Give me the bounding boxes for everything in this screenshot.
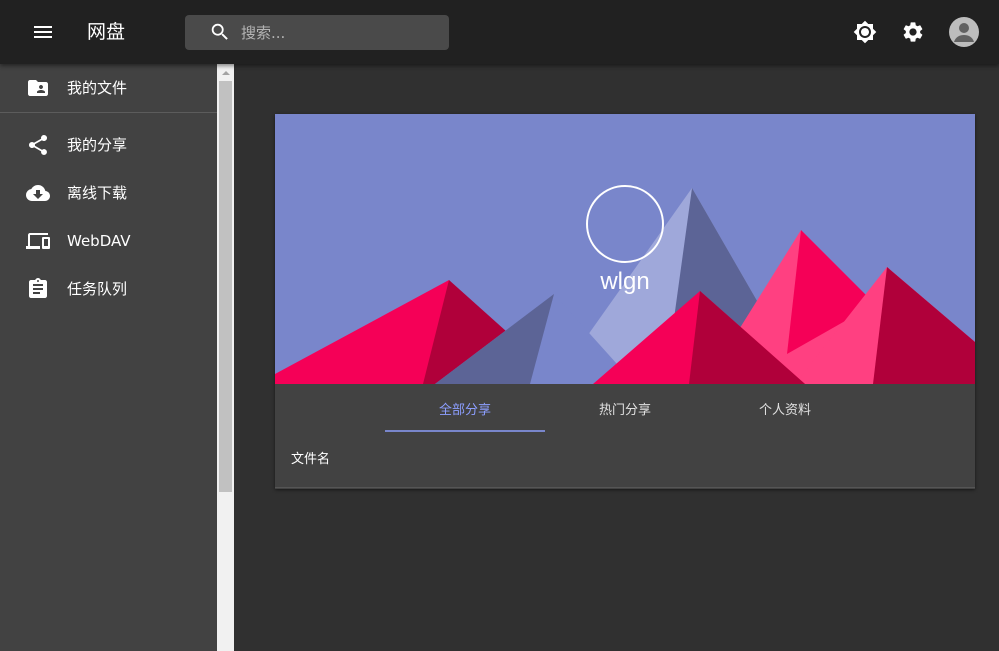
brightness-icon	[853, 20, 877, 44]
sidebar: 我的文件 我的分享 离线下载 WebDAV 任务队列	[0, 64, 217, 651]
search-bar	[185, 15, 449, 50]
share-icon	[28, 134, 48, 155]
sidebar-item-task-queue[interactable]: 任务队列	[0, 265, 217, 313]
scroll-up-button[interactable]	[217, 64, 234, 81]
account-icon	[954, 23, 974, 42]
app-title: 网盘	[87, 21, 126, 43]
profile-banner: wlgn	[275, 114, 975, 384]
tab-popular-shares[interactable]: 热门分享	[545, 384, 705, 432]
search-input[interactable]	[241, 15, 441, 50]
gear-icon	[903, 22, 923, 42]
sidebar-item-webdav[interactable]: WebDAV	[0, 217, 217, 265]
sidebar-item-label: 任务队列	[67, 280, 128, 298]
menu-button[interactable]	[19, 8, 67, 56]
profile-avatar[interactable]	[586, 185, 664, 263]
tab-profile-info[interactable]: 个人资料	[705, 384, 865, 432]
profile-username: wlgn	[600, 268, 650, 295]
settings-button[interactable]	[889, 8, 937, 56]
assignment-icon	[29, 278, 47, 298]
file-table-header: 文件名	[275, 432, 975, 488]
folder-shared-icon	[28, 80, 48, 96]
divider	[0, 112, 217, 113]
sidebar-scrollbar[interactable]	[217, 64, 234, 651]
user-avatar[interactable]	[949, 17, 979, 47]
scroll-thumb[interactable]	[219, 81, 232, 492]
profile-tabs: 全部分享 热门分享 个人资料	[275, 384, 975, 432]
sidebar-item-label: 我的文件	[67, 79, 128, 97]
sidebar-item-my-files[interactable]: 我的文件	[0, 64, 217, 113]
menu-icon	[34, 26, 52, 38]
sidebar-item-label: WebDAV	[67, 232, 131, 250]
search-icon	[211, 23, 228, 40]
theme-toggle-button[interactable]	[841, 8, 889, 56]
tab-all-shares[interactable]: 全部分享	[385, 384, 545, 432]
cloud-download-icon	[26, 185, 50, 201]
column-header-filename[interactable]: 文件名	[291, 450, 330, 470]
devices-icon	[26, 233, 50, 249]
arrow-up-icon	[221, 70, 230, 75]
sidebar-item-label: 离线下载	[67, 184, 128, 202]
sidebar-item-label: 我的分享	[67, 136, 128, 154]
app-bar: 网盘	[0, 0, 999, 64]
profile-card: wlgn 全部分享 热门分享 个人资料 文件名	[275, 114, 975, 489]
sidebar-item-offline-download[interactable]: 离线下载	[0, 169, 217, 217]
sidebar-item-my-shares[interactable]: 我的分享	[0, 121, 217, 169]
